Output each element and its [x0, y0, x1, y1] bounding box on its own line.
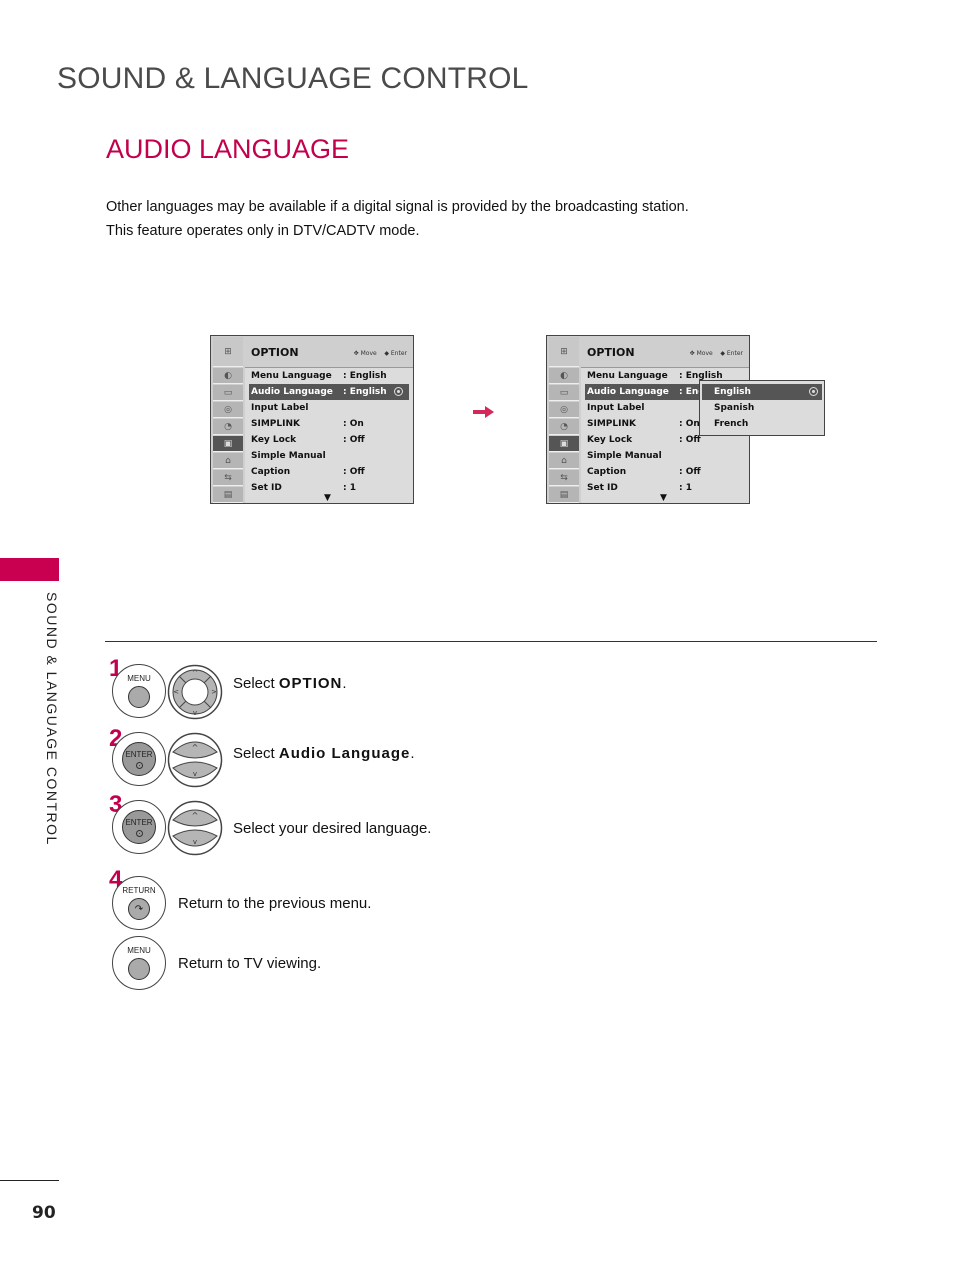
svg-text:v: v [193, 709, 197, 717]
lock-category-icon: ⌂ [213, 453, 243, 469]
next-arrow-icon [473, 406, 494, 418]
input-category-icon: ⇆ [213, 470, 243, 486]
time-category-icon: ◔ [549, 419, 579, 435]
lock-category-icon: ⌂ [549, 453, 579, 469]
osd-row-key-lock[interactable]: Key Lock: Off [249, 432, 409, 448]
language-option-english[interactable]: English [702, 384, 822, 400]
option-menu-icon: ▣ [549, 436, 579, 452]
time-category-icon: ◔ [213, 419, 243, 435]
enter-button[interactable]: ENTER [112, 800, 166, 854]
enter-icon: ◆ [720, 350, 725, 357]
osd-title: OPTION [587, 346, 635, 359]
picture-category-icon: ▭ [549, 385, 579, 401]
return-button[interactable]: RETURN ↷ [112, 876, 166, 930]
menu-button[interactable]: MENU [112, 664, 166, 718]
svg-text:<: < [173, 688, 179, 696]
svg-text:^: ^ [192, 669, 198, 677]
return-button-knob: ↷ [128, 898, 150, 920]
osd-row-input-label[interactable]: Input Label [249, 400, 409, 416]
osd-row-simple-manual[interactable]: Simple Manual [585, 448, 745, 464]
enter-dot-icon [136, 762, 143, 769]
step-1-text: Select OPTION. [233, 675, 347, 692]
svg-text:^: ^ [192, 811, 199, 820]
up-down-nav-icon[interactable]: ^ v [167, 732, 223, 788]
side-section-label: SOUND & LANGUAGE CONTROL [44, 592, 60, 846]
section-title: AUDIO LANGUAGE [106, 134, 350, 164]
svg-text:>: > [211, 688, 217, 696]
osd-category-icons: ⊞ ◐ ▭ ◎ ◔ ▣ ⌂ ⇆ ▤ [211, 336, 245, 503]
option-category-icon: ⊞ [213, 337, 243, 367]
svg-text:v: v [193, 770, 197, 778]
step-3-text: Select your desired language. [233, 820, 432, 837]
scroll-down-icon: ▼ [660, 493, 667, 503]
footer-rule [0, 1180, 59, 1181]
osd-hints: ✥ Move ◆ Enter [689, 350, 743, 357]
four-way-nav-pad-icon[interactable]: ^ v < > [167, 664, 223, 720]
step-4-text: Return to the previous menu. [178, 895, 372, 912]
page-title: SOUND & LANGUAGE CONTROL [57, 62, 529, 95]
setup-category-icon: ◎ [549, 402, 579, 418]
osd-row-menu-language[interactable]: Menu Language: English [249, 368, 409, 384]
enter-dot-icon [136, 830, 143, 837]
page-number: 90 [32, 1203, 56, 1223]
osd-header: OPTION ✥ Move ◆ Enter [581, 336, 749, 368]
input-category-icon: ⇆ [549, 470, 579, 486]
enter-button-knob [122, 742, 156, 776]
osd-header: OPTION ✥ Move ◆ Enter [245, 336, 413, 368]
menu-button-knob [128, 686, 150, 708]
osd-category-icons: ⊞ ◐ ▭ ◎ ◔ ▣ ⌂ ⇆ ▤ [547, 336, 581, 503]
selected-radio-icon [809, 387, 818, 396]
osd-row-caption[interactable]: Caption: Off [585, 464, 745, 480]
scroll-down-icon: ▼ [324, 493, 331, 503]
enter-icon: ◆ [384, 350, 389, 357]
intro-line-1: Other languages may be available if a di… [106, 199, 689, 215]
svg-text:v: v [193, 838, 197, 846]
menu-button-knob [128, 958, 150, 980]
step-5-text: Return to TV viewing. [178, 955, 322, 972]
osd-row-simplink[interactable]: SIMPLINK: On [249, 416, 409, 432]
osd-menu-before: ⊞ ◐ ▭ ◎ ◔ ▣ ⌂ ⇆ ▤ OPTION ✥ Move ◆ Enter … [210, 335, 414, 504]
audio-category-icon: ◐ [213, 368, 243, 384]
audio-category-icon: ◐ [549, 368, 579, 384]
side-tab-marker [0, 558, 59, 581]
intro-line-2: This feature operates only in DTV/CADTV … [106, 223, 420, 239]
picture-category-icon: ▭ [213, 385, 243, 401]
move-icon: ✥ [353, 350, 359, 357]
menu-button[interactable]: MENU [112, 936, 166, 990]
osd-row-simple-manual[interactable]: Simple Manual [249, 448, 409, 464]
step-2-text: Select Audio Language. [233, 745, 415, 762]
language-option-spanish[interactable]: Spanish [702, 400, 822, 416]
osd-row-caption[interactable]: Caption: Off [249, 464, 409, 480]
osd-hints: ✥ Move ◆ Enter [353, 350, 407, 357]
enter-button[interactable]: ENTER [112, 732, 166, 786]
osd-title: OPTION [251, 346, 299, 359]
setup-category-icon: ◎ [213, 402, 243, 418]
usb-category-icon: ▤ [213, 487, 243, 503]
language-popup: English Spanish French [699, 380, 825, 436]
osd-rows: Menu Language: English Audio Language: E… [249, 368, 409, 496]
option-menu-icon: ▣ [213, 436, 243, 452]
move-icon: ✥ [689, 350, 695, 357]
option-category-icon: ⊞ [549, 337, 579, 367]
svg-text:^: ^ [192, 743, 199, 752]
selected-radio-icon [394, 387, 403, 396]
usb-category-icon: ▤ [549, 487, 579, 503]
section-divider [105, 641, 877, 642]
language-option-french[interactable]: French [702, 416, 822, 432]
enter-button-knob [122, 810, 156, 844]
up-down-nav-icon[interactable]: ^ v [167, 800, 223, 856]
osd-row-audio-language[interactable]: Audio Language: English [249, 384, 409, 400]
